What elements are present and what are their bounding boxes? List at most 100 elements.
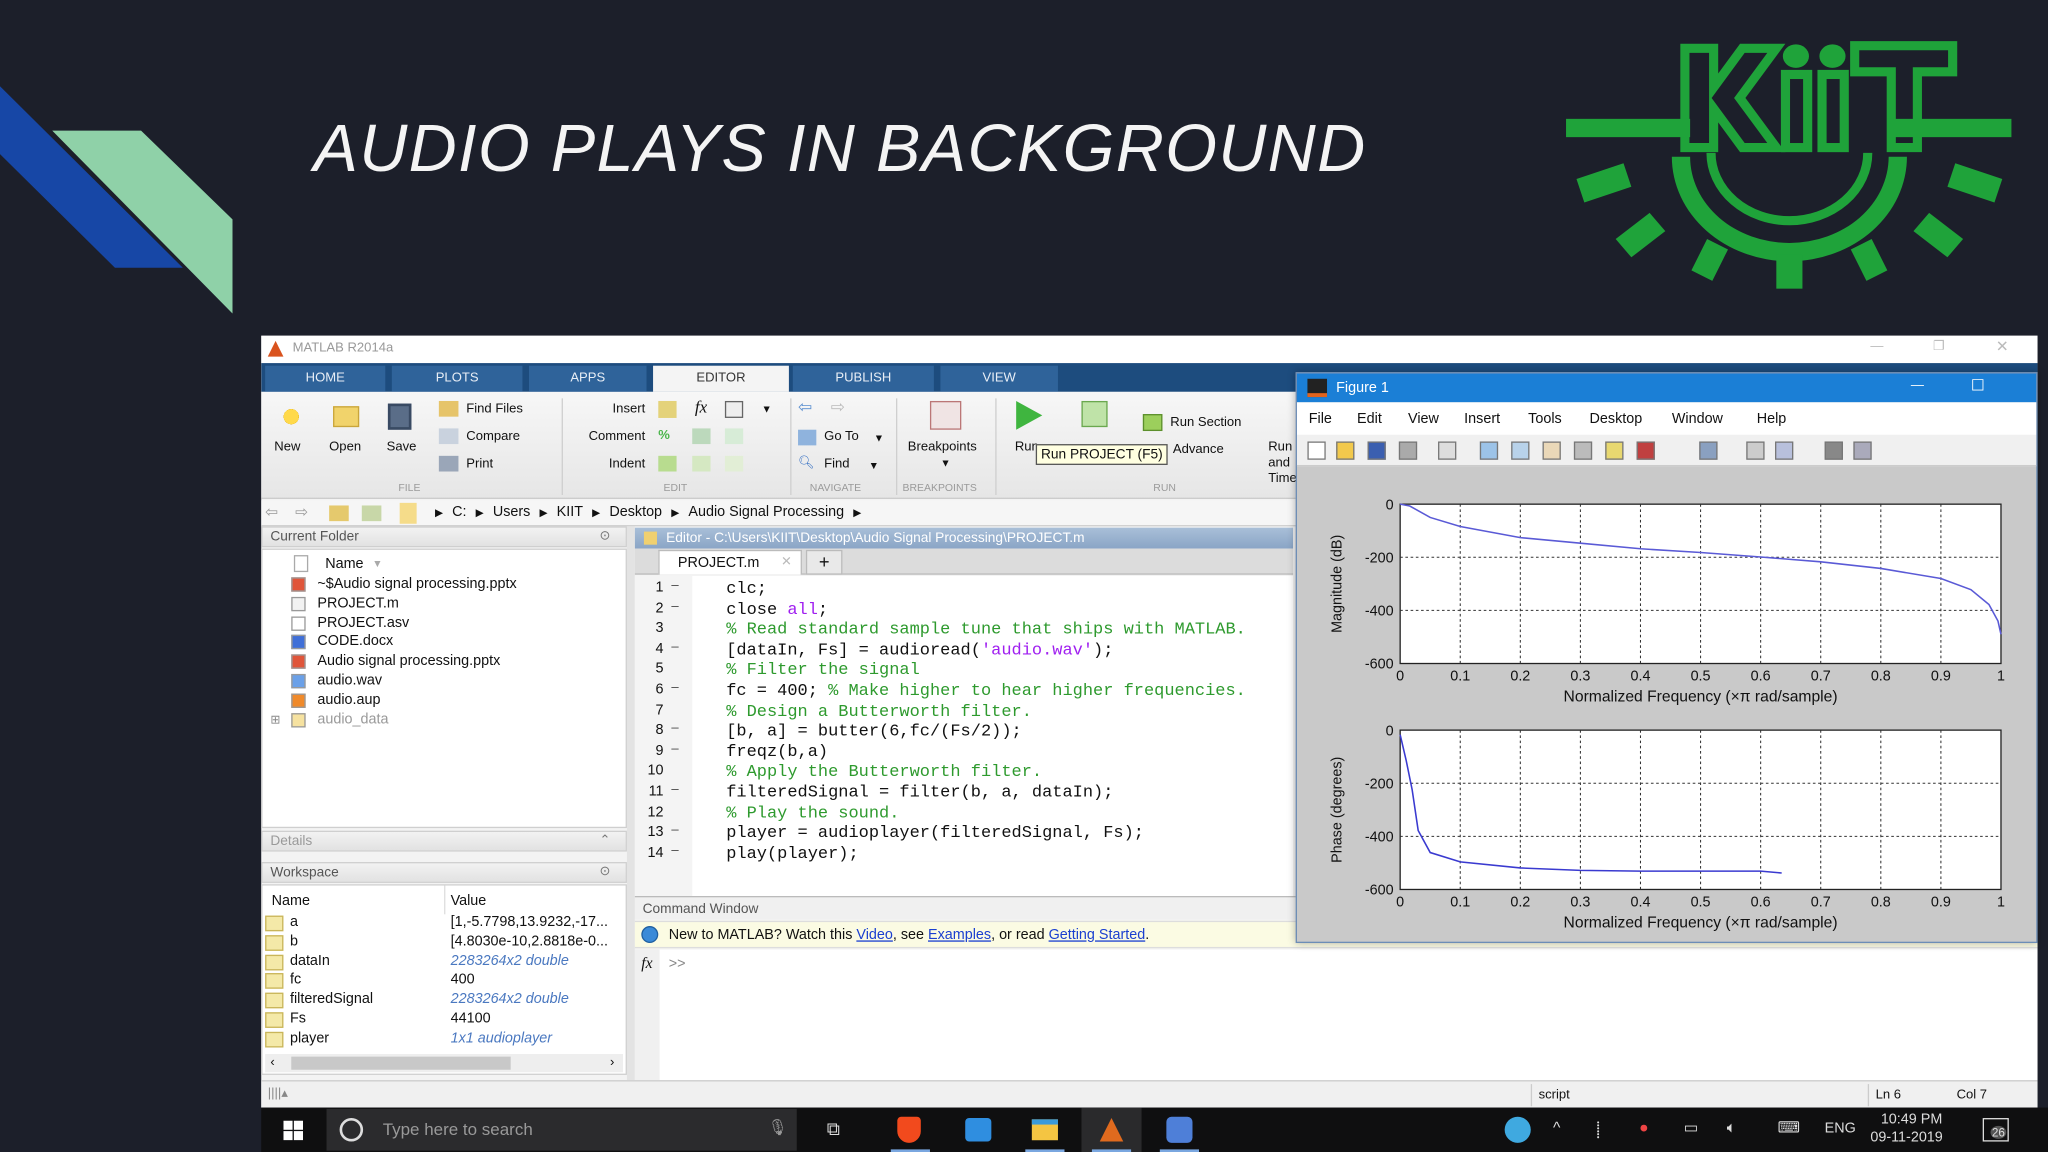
uncomment-icon[interactable] [692, 428, 711, 445]
open-button[interactable]: Open [329, 440, 361, 456]
file-item[interactable]: PROJECT.asv [317, 615, 409, 631]
variable-value[interactable]: 2283264x2 double [451, 992, 569, 1008]
breadcrumb-item[interactable]: Audio Signal Processing [688, 504, 844, 520]
breakpoint-marker[interactable]: – [671, 843, 678, 859]
figure-menu-desktop[interactable]: Desktop [1590, 411, 1643, 427]
panel-divider[interactable] [626, 526, 635, 1081]
data-cursor-icon[interactable] [1605, 441, 1624, 460]
edit-dropdown-icon[interactable]: ▼ [761, 402, 771, 418]
back-icon[interactable]: ⇦ [265, 504, 278, 520]
breakpoint-marker[interactable]: – [671, 680, 678, 696]
expand-icon[interactable]: ⊞ [270, 711, 280, 727]
app-icon[interactable] [965, 1118, 992, 1142]
breadcrumb-arrow-icon[interactable]: ▶ [671, 507, 679, 519]
details-header[interactable]: Details ⌃ [261, 830, 627, 852]
figure-menu-edit[interactable]: Edit [1357, 411, 1382, 427]
command-input-area[interactable]: fx >> [634, 949, 2038, 1081]
figure-menu-insert[interactable]: Insert [1464, 411, 1500, 427]
file-item[interactable]: ~$Audio signal processing.pptx [317, 576, 516, 592]
breakpoint-marker[interactable]: – [671, 640, 678, 656]
collapse-icon[interactable]: ⌃ [600, 833, 611, 849]
brave-browser-icon[interactable] [897, 1116, 921, 1143]
volume-icon[interactable]: 🔈︎ [1727, 1118, 1736, 1138]
code-line[interactable]: [b, a] = butter(6,fc/(Fs/2)); [726, 721, 1022, 741]
help-tray-icon[interactable] [1504, 1116, 1531, 1143]
taskbar-search-box[interactable]: Type here to search 🎙︎ [326, 1108, 797, 1151]
go-to-button[interactable]: Go To [824, 430, 859, 446]
insert-button[interactable]: Insert [575, 402, 646, 418]
task-view-icon[interactable]: ⧉ [827, 1118, 840, 1140]
close-button[interactable]: ✕ [1996, 338, 2009, 354]
insert-section-icon[interactable] [658, 400, 677, 418]
figure-menu-view[interactable]: View [1408, 411, 1439, 427]
variable-value[interactable]: [1,-5.7798,13.9232,-17... [451, 914, 608, 930]
compare-button[interactable]: Compare [466, 430, 520, 446]
new-button[interactable]: New [274, 440, 300, 456]
microphone-icon[interactable]: 🎙︎ [768, 1118, 788, 1136]
workspace-value-header[interactable]: Value [451, 893, 487, 909]
figure-menu-tools[interactable]: Tools [1528, 411, 1562, 427]
decrease-indent-icon[interactable] [724, 455, 744, 472]
pan-icon[interactable] [1542, 441, 1561, 460]
variable-name[interactable]: fc [290, 972, 301, 988]
legend-icon[interactable] [1775, 441, 1794, 460]
new-tab-button[interactable]: + [805, 549, 843, 575]
zoom-in-icon[interactable] [1479, 441, 1499, 460]
horizontal-scrollbar[interactable]: ‹ › [265, 1054, 624, 1073]
tab-editor[interactable]: EDITOR [653, 365, 789, 392]
increase-indent-icon[interactable] [692, 455, 711, 472]
keyboard-icon[interactable]: ⌨︎ [1778, 1118, 1801, 1136]
save-button[interactable]: Save [387, 440, 417, 456]
workspace-name-header[interactable]: Name [272, 893, 310, 909]
file-explorer-icon[interactable] [1031, 1119, 1058, 1141]
show-plot-tools-icon[interactable] [1853, 441, 1872, 460]
panel-menu-icon[interactable]: ⊙ [600, 529, 611, 545]
hide-plot-tools-icon[interactable] [1824, 441, 1843, 460]
find-files-button[interactable]: Find Files [466, 402, 523, 418]
wrap-comments-icon[interactable] [724, 428, 744, 445]
file-item[interactable]: audio.aup [317, 692, 380, 708]
code-line[interactable]: % Filter the signal [726, 660, 920, 680]
minimize-button[interactable]: — [1870, 340, 1883, 356]
figure-minimize-button[interactable]: — [1911, 379, 1924, 395]
code-line[interactable]: play(player); [726, 843, 858, 863]
back-icon[interactable]: ⇦ [798, 398, 812, 416]
go-to-dropdown-icon[interactable]: ▼ [874, 431, 884, 447]
tab-plots[interactable]: PLOTS [391, 365, 523, 392]
code-line[interactable]: [dataIn, Fs] = audioread('audio.wav'); [726, 640, 1113, 660]
code-line[interactable]: % Read standard sample tune that ships w… [726, 619, 1246, 639]
breadcrumb-item[interactable]: Desktop [609, 504, 662, 520]
run-section-button[interactable]: Run Section [1170, 415, 1241, 431]
variable-value[interactable]: 2283264x2 double [451, 953, 569, 969]
figure-menu-file[interactable]: File [1309, 411, 1332, 427]
action-center-icon[interactable]: 26 [1982, 1118, 2009, 1142]
breakpoint-marker[interactable]: – [671, 599, 678, 615]
scroll-left-icon[interactable]: ‹ [270, 1055, 274, 1071]
variable-value[interactable]: 44100 [451, 1011, 491, 1027]
tray-app-icon[interactable]: ⸽ [1596, 1118, 1600, 1140]
code-line[interactable]: fc = 400; % Make higher to hear higher f… [726, 680, 1246, 700]
breadcrumb-item[interactable]: C: [452, 504, 466, 520]
forward-icon[interactable]: ⇨ [831, 398, 845, 416]
windows-start-icon[interactable] [283, 1120, 304, 1141]
network-error-icon[interactable]: ● [1639, 1118, 1648, 1136]
variable-name[interactable]: b [290, 934, 298, 950]
code-line[interactable]: % Play the sound. [726, 803, 899, 823]
code-line[interactable]: freqz(b,a) [726, 742, 828, 762]
language-indicator[interactable]: ENG [1825, 1121, 1856, 1137]
breakpoint-marker[interactable]: – [671, 823, 678, 839]
insert-code-icon[interactable] [724, 400, 744, 418]
breakpoint-marker[interactable]: – [671, 721, 678, 737]
file-item[interactable]: Audio signal processing.pptx [317, 653, 500, 669]
file-item[interactable]: audio_data [317, 711, 388, 727]
code-line[interactable]: % Design a Butterworth filter. [726, 701, 1032, 721]
variable-value[interactable]: 1x1 audioplayer [451, 1030, 552, 1046]
figure-menu-help[interactable]: Help [1757, 411, 1787, 427]
variable-name[interactable]: player [290, 1030, 329, 1046]
file-item[interactable]: CODE.docx [317, 634, 393, 650]
breakpoint-marker[interactable]: – [671, 579, 678, 595]
tab-view[interactable]: VIEW [940, 365, 1058, 392]
function-browser-icon[interactable]: fx [641, 955, 652, 971]
breadcrumb-arrow-icon[interactable]: ▶ [853, 507, 861, 519]
code-line[interactable]: % Apply the Butterworth filter. [726, 762, 1042, 782]
